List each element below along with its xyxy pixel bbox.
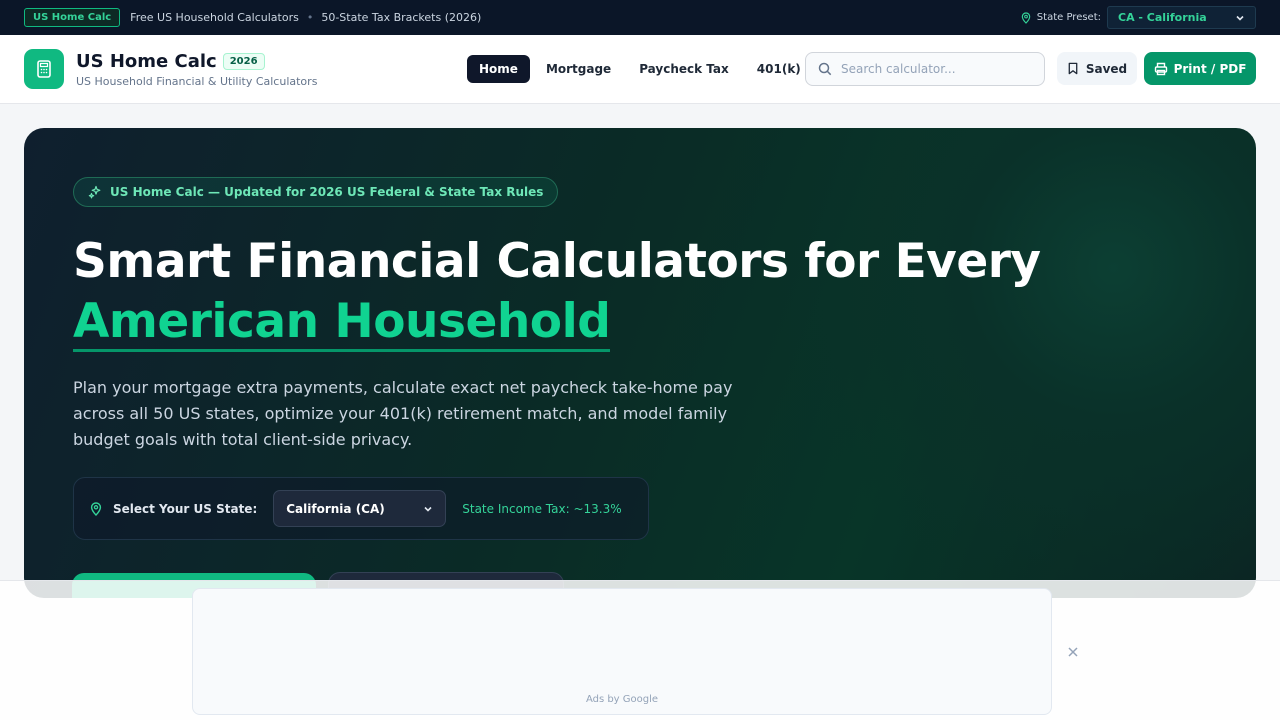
update-pill: US Home Calc — Updated for 2026 US Feder… xyxy=(73,177,559,207)
update-pill-text: US Home Calc — Updated for 2026 US Feder… xyxy=(110,185,544,199)
hero-title-line1: Smart Financial Calculators for Every xyxy=(73,234,1041,289)
ad-slot[interactable]: Ads by Google xyxy=(192,588,1052,715)
state-preset-label: State Preset: xyxy=(1036,12,1101,23)
chevron-down-icon xyxy=(424,506,432,512)
hero-description: Plan your mortgage extra payments, calcu… xyxy=(73,378,733,449)
site-title[interactable]: US Home Calc xyxy=(76,51,217,72)
hero-section: US Home Calc — Updated for 2026 US Feder… xyxy=(24,128,1256,598)
nav-401k[interactable]: 401(k) xyxy=(745,55,813,83)
separator-dot: • xyxy=(306,11,314,24)
tagline-free-calculators: Free US Household Calculators xyxy=(130,11,299,24)
nav-paycheck-tax[interactable]: Paycheck Tax xyxy=(627,55,741,83)
site-header: US Home Calc 2026 US Household Financial… xyxy=(0,35,1280,104)
state-selector-panel: Select Your US State: California (CA) St… xyxy=(73,477,649,540)
year-badge: 2026 xyxy=(222,52,265,70)
nav-home[interactable]: Home xyxy=(467,55,530,83)
site-logo[interactable] xyxy=(24,49,64,89)
ads-by-google-label: Ads by Google xyxy=(585,694,659,705)
state-preset-select[interactable]: CA - California xyxy=(1107,6,1256,29)
state-select-label: Select Your US State: xyxy=(113,501,258,516)
saved-label: Saved xyxy=(1085,61,1128,76)
search-input[interactable] xyxy=(841,62,1031,76)
saved-button[interactable]: Saved xyxy=(1057,52,1137,85)
hero-title-line2: American Household xyxy=(73,292,611,352)
search-box[interactable] xyxy=(805,52,1045,86)
sparkles-icon xyxy=(88,185,101,199)
close-icon[interactable] xyxy=(1066,645,1080,659)
brand-block: US Home Calc 2026 US Household Financial… xyxy=(76,51,317,88)
main-nav: Home Mortgage Paycheck Tax 401(k) xyxy=(467,55,817,83)
tagline-tax-brackets: 50-State Tax Brackets (2026) xyxy=(321,11,482,24)
print-pdf-button[interactable]: Print / PDF xyxy=(1144,52,1256,85)
state-select-value: California (CA) xyxy=(286,501,385,516)
top-announcement-bar: US Home Calc Free US Household Calculato… xyxy=(0,0,1280,35)
calculator-icon xyxy=(37,60,51,78)
state-select[interactable]: California (CA) xyxy=(273,490,447,527)
state-preset-value: CA - California xyxy=(1118,11,1207,24)
state-preset-group: State Preset: CA - California xyxy=(1021,6,1256,29)
print-pdf-label: Print / PDF xyxy=(1173,61,1247,76)
ad-overlay: Ads by Google xyxy=(0,580,1280,720)
bookmark-icon xyxy=(1068,62,1078,75)
nav-mortgage[interactable]: Mortgage xyxy=(534,55,623,83)
state-income-tax: State Income Tax: ~13.3% xyxy=(462,501,622,516)
site-subtitle: US Household Financial & Utility Calcula… xyxy=(76,74,318,88)
printer-icon xyxy=(1154,62,1167,75)
search-icon xyxy=(818,62,832,76)
brand-chip: US Home Calc xyxy=(24,8,121,27)
map-pin-icon xyxy=(90,501,102,516)
map-pin-icon xyxy=(1021,11,1031,24)
chevron-down-icon xyxy=(1236,15,1244,21)
